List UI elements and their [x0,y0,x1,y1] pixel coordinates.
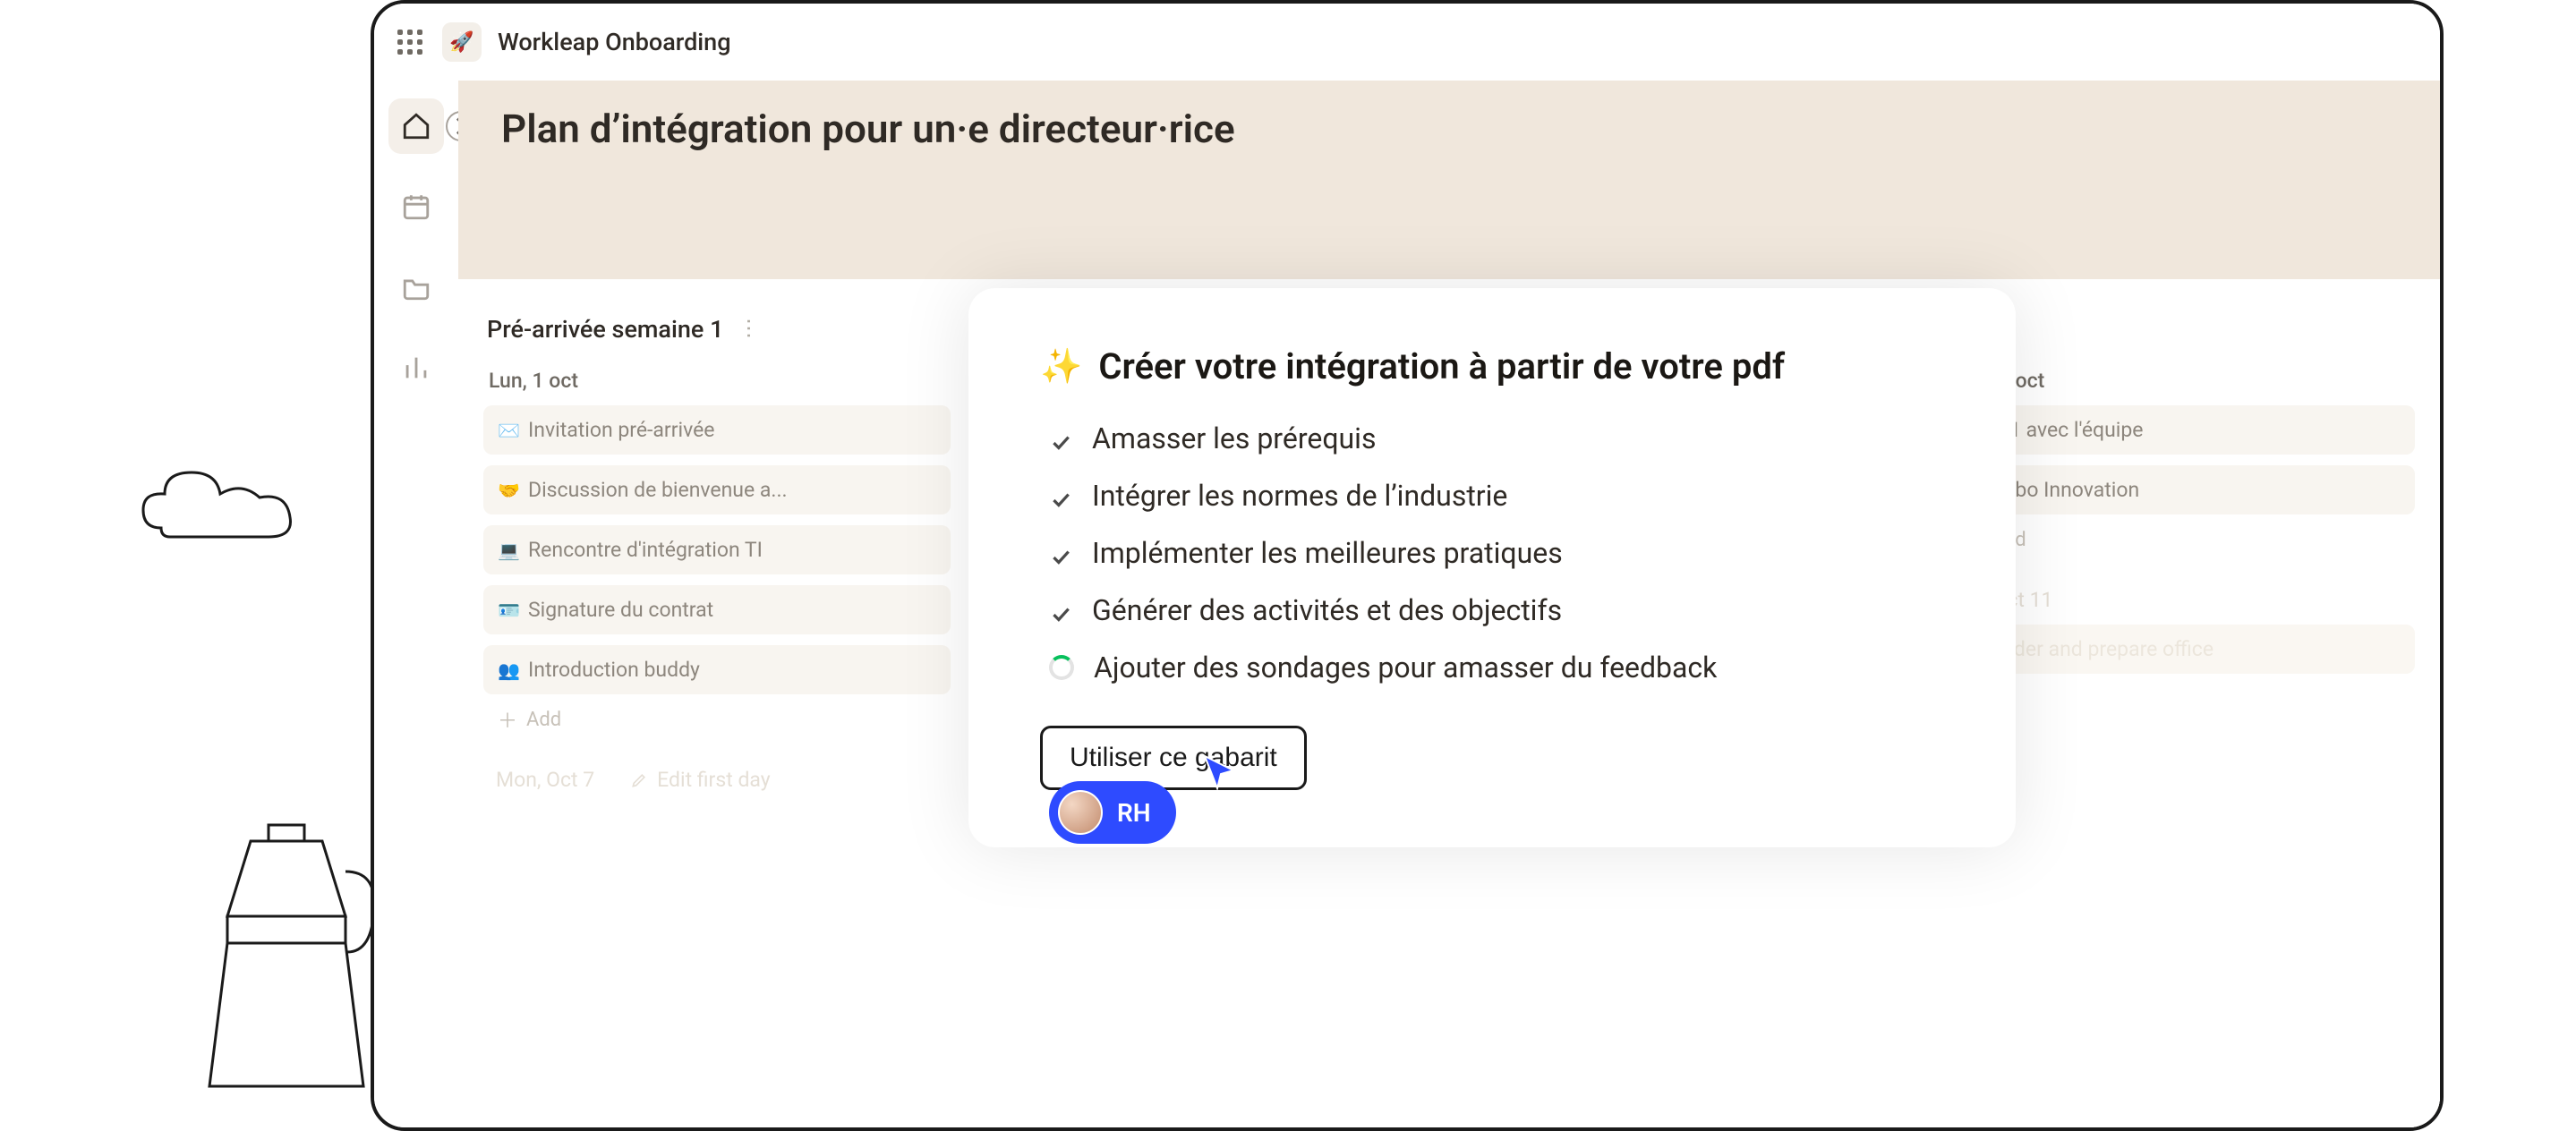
card-label: Discussion de bienvenue a... [528,478,788,502]
bar-chart-icon [401,353,431,383]
sidebar-item-folder[interactable] [388,259,444,315]
faded-card: 📦 Order and prepare office [1949,625,2416,674]
app-logo: 🚀 [442,22,482,62]
card[interactable]: 📆1:1 avec l'équipe [1949,405,2416,455]
card-label: Signature du contrat [528,598,713,622]
column-mon: Lun, 1 oct ✉️ Invitation pré-arrivée 🤝 Dis… [483,361,951,792]
app-switcher-icon[interactable] [394,26,426,58]
card[interactable]: 🧪Labo Innovation [1949,465,2416,514]
check-icon [1049,599,1072,622]
card[interactable]: 👥 Introduction buddy [483,645,951,694]
checklist-item-loading: Ajouter des sondages pour amasser du fee… [1049,651,1944,685]
checklist-label: Implémenter les meilleures pratiques [1092,536,1563,570]
card-label: Introduction buddy [528,658,700,682]
collaborator-label: RH [1117,798,1151,828]
hero: Plan d’intégration pour un·e directeur·r… [458,81,2440,279]
add-label: Add [526,709,561,731]
folder-icon [401,272,431,302]
edit-label: Edit first day [657,768,771,792]
modal-title-text: Créer votre intégration à partir de votr… [1098,345,1785,387]
checklist-item: Implémenter les meilleures pratiques [1049,536,1944,570]
add-card-button[interactable]: ＋Add [1949,514,2416,565]
sidebar-item-home[interactable] [388,98,444,154]
list-title: Pré-arrivée semaine 1 [487,315,723,344]
check-icon [1049,484,1072,507]
id-card-icon: 🪪 [498,600,517,621]
week2-date: Mon, Oct 7 [496,768,594,792]
checklist-label: Ajouter des sondages pour amasser du fee… [1094,651,1717,685]
home-icon [401,111,431,141]
sidebar-item-analytics[interactable] [388,340,444,395]
app-window: 🚀 Workleap Onboarding Plan d’intégra [371,0,2444,1131]
checklist-label: Intégrer les normes de l’industrie [1092,479,1507,513]
people-icon: 👥 [498,659,517,681]
card-label: Invitation pré-arrivée [528,418,715,442]
card[interactable]: ✉️ Invitation pré-arrivée [483,405,951,455]
check-icon [1049,541,1072,565]
cloud-doodle-left [134,456,304,555]
column-fri: Ven, 5 oct 📆1:1 avec l'équipe 🧪Labo Inno… [1949,361,2416,792]
app-name: Workleap Onboarding [498,28,731,56]
cursor-pointer-icon [1199,753,1239,795]
template-modal: ✨ Créer votre intégration à partir de vo… [968,288,2016,847]
collaborator-badge: RH [1049,781,1176,844]
check-icon [1049,427,1072,450]
add-card-button[interactable]: ＋ Add [483,694,951,744]
spinner-icon [1049,655,1074,680]
edit-first-day-button[interactable]: Edit first day [630,768,771,792]
checklist-item: Amasser les prérequis [1049,421,1944,455]
column-date: Lun, 1 oct [483,361,951,405]
card-label: Order and prepare office [1993,637,2214,661]
card[interactable]: 🪪 Signature du contrat [483,585,951,634]
sidebar-item-calendar[interactable] [388,179,444,234]
sparkles-icon: ✨ [1040,347,1082,387]
moka-pot-doodle [188,818,385,1104]
modal-title: ✨ Créer votre intégration à partir de vo… [1040,345,1944,387]
card-label: Rencontre d'intégration TI [528,538,763,562]
mail-icon: ✉️ [498,420,517,441]
laptop-icon: 💻 [498,540,517,561]
card[interactable]: 🤝 Discussion de bienvenue a... [483,465,951,514]
checklist-item: Générer des activités et des objectifs [1049,593,1944,627]
calendar-icon [401,191,431,222]
sidebar [374,81,458,1127]
page-title: Plan d’intégration pour un·e directeur·r… [501,106,2397,152]
column-date: Ven, 5 oct [1949,361,2416,405]
main-content: Plan d’intégration pour un·e directeur·r… [458,81,2440,1127]
topbar: 🚀 Workleap Onboarding [374,4,2440,81]
checklist-item: Intégrer les normes de l’industrie [1049,479,1944,513]
plus-icon: ＋ [498,705,517,734]
checklist-label: Générer des activités et des objectifs [1092,593,1562,627]
avatar [1058,790,1103,835]
pencil-icon [630,771,648,789]
checklist-label: Amasser les prérequis [1092,421,1376,455]
handshake-icon: 🤝 [498,480,517,501]
list-more-button[interactable]: ⋯ [737,318,762,341]
card[interactable]: 💻 Rencontre d'intégration TI [483,525,951,574]
